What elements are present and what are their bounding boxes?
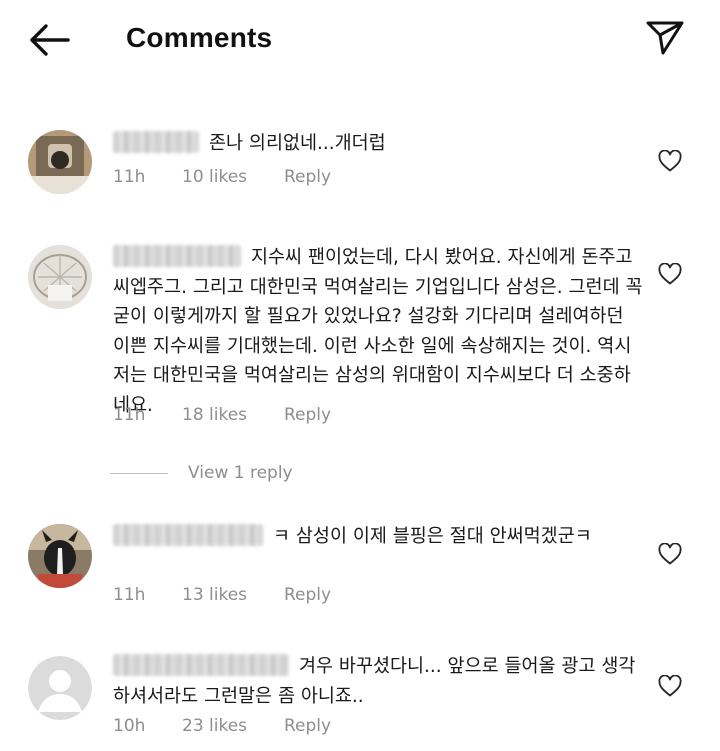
avatar[interactable] (28, 524, 92, 588)
username-blurred[interactable] (113, 245, 241, 267)
comment-time: 10h (113, 716, 146, 736)
arrow-left-icon (30, 24, 70, 56)
heart-outline-icon (658, 262, 682, 285)
comment-text: 지수씨 팬이었는데, 다시 봤어요. 자신에게 돈주고 씨엡주그. 그리고 대한… (113, 247, 643, 416)
like-count[interactable]: 23 likes (182, 716, 247, 736)
comment-body: 지수씨 팬이었는데, 다시 봤어요. 자신에게 돈주고 씨엡주그. 그리고 대한… (113, 243, 643, 420)
like-button[interactable] (658, 674, 682, 697)
reply-divider-line (110, 472, 168, 474)
avatar[interactable] (28, 245, 92, 309)
comment-body: 존나 의리없네...개더럽 (113, 129, 643, 159)
like-button[interactable] (658, 149, 682, 172)
heart-outline-icon (658, 149, 682, 172)
username-blurred[interactable] (113, 524, 263, 546)
like-button[interactable] (658, 262, 682, 285)
comment-time: 11h (113, 167, 146, 187)
back-button[interactable] (26, 20, 72, 60)
like-count[interactable]: 18 likes (182, 405, 247, 425)
comment-time: 11h (113, 405, 146, 425)
heart-outline-icon (658, 542, 682, 565)
default-user-avatar[interactable] (28, 656, 92, 720)
comment-body: ㅋ 삼성이 이제 블핑은 절대 안써먹겠군ㅋ (113, 522, 643, 552)
reply-button[interactable]: Reply (284, 405, 331, 425)
view-replies-label: View 1 reply (188, 463, 293, 483)
heart-outline-icon (658, 674, 682, 697)
reply-button[interactable]: Reply (284, 585, 331, 605)
view-replies-button[interactable]: View 1 reply (110, 463, 293, 483)
comment-body: 겨우 바꾸셨다니... 앞으로 들어올 광고 생각하셔서라도 그런말은 좀 아니… (113, 652, 643, 711)
reply-button[interactable]: Reply (284, 716, 331, 736)
page-title: Comments (126, 22, 273, 53)
paper-plane-icon (646, 21, 684, 55)
share-button[interactable] (644, 18, 686, 58)
comment-text: 존나 의리없네...개더럽 (209, 133, 386, 154)
header-bar: Comments (0, 0, 720, 82)
username-blurred[interactable] (113, 131, 199, 153)
like-count[interactable]: 13 likes (182, 585, 247, 605)
like-count[interactable]: 10 likes (182, 167, 247, 187)
like-button[interactable] (658, 542, 682, 565)
comment-text: ㅋ 삼성이 이제 블핑은 절대 안써먹겠군ㅋ (273, 526, 592, 547)
avatar[interactable] (28, 130, 92, 194)
comment-time: 11h (113, 585, 146, 605)
reply-button[interactable]: Reply (284, 167, 331, 187)
username-blurred[interactable] (113, 654, 289, 676)
